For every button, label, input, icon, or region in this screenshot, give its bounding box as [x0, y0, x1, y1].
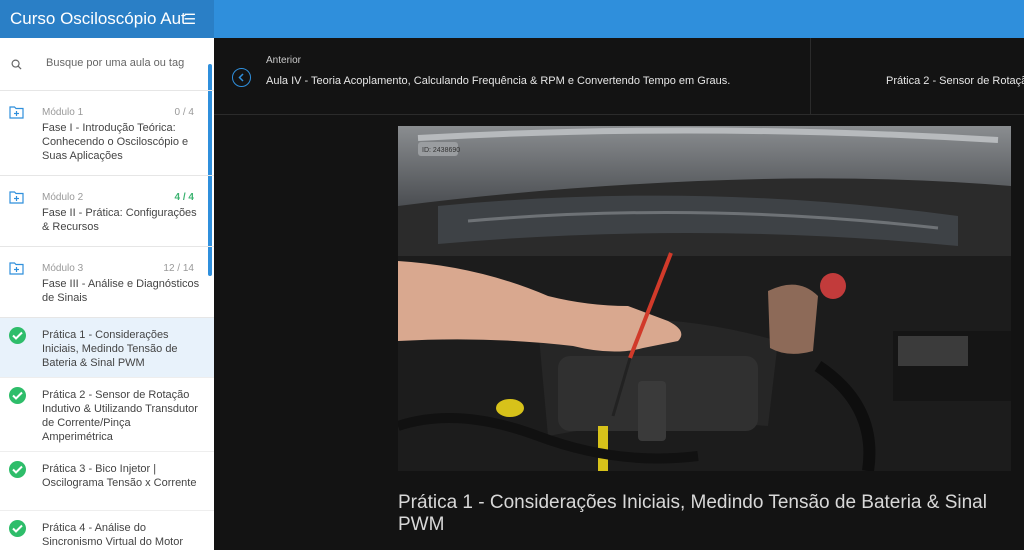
module-item[interactable]: Módulo 2 4 / 4 Fase II - Prática: Config… [0, 176, 214, 247]
next-lesson-link[interactable]: Prática 2 - Sensor de Rotação [886, 75, 1024, 87]
module-title: Fase III - Análise e Diagnósticos de Sin… [42, 278, 200, 304]
nav-divider [810, 38, 811, 115]
video-watermark: ID: 2438690 [422, 147, 460, 154]
module-progress: 4 / 4 [174, 192, 194, 203]
lesson-heading: Prática 1 - Considerações Iniciais, Medi… [398, 492, 987, 535]
module-progress: 0 / 4 [174, 107, 194, 118]
video-player[interactable]: ID: 2438690 [398, 126, 1011, 471]
lesson-item-pratica-3[interactable]: Prática 3 - Bico Injetor | Oscilograma T… [0, 452, 214, 511]
sidebar: Módulo 1 0 / 4 Fase I - Introdução Teóri… [0, 38, 214, 550]
module-item[interactable]: Módulo 3 12 / 14 Fase III - Análise e Di… [0, 247, 214, 318]
check-circle-icon [9, 387, 26, 404]
module-title: Fase I - Introdução Teórica: Conhecendo … [42, 122, 189, 162]
lesson-navigation: Anterior Aula IV - Teoria Acoplamento, C… [214, 38, 1024, 115]
previous-label: Anterior [266, 55, 302, 66]
chevron-left-icon [238, 73, 244, 82]
course-title: Curso Osciloscópio Aut [10, 9, 186, 28]
lesson-title: Prática 2 - Sensor de Rotação Indutivo &… [42, 389, 198, 443]
lesson-item-pratica-4[interactable]: Prática 4 - Análise do Sincronismo Virtu… [0, 511, 214, 550]
lesson-item-pratica-1[interactable]: Prática 1 - Considerações Iniciais, Medi… [0, 318, 214, 378]
folder-plus-icon [9, 106, 24, 119]
folder-plus-icon [9, 262, 24, 275]
search-bar [0, 38, 214, 91]
module-item[interactable]: Módulo 1 0 / 4 Fase I - Introdução Teóri… [0, 91, 214, 176]
course-title-bar: Curso Osciloscópio Aut ☰ [0, 0, 214, 38]
lesson-title: Prática 4 - Análise do Sincronismo Virtu… [42, 522, 184, 548]
lesson-title: Prática 3 - Bico Injetor | Oscilograma T… [42, 463, 197, 489]
previous-lesson-button[interactable] [232, 68, 251, 87]
module-progress: 12 / 14 [163, 263, 194, 274]
check-circle-icon [9, 520, 26, 537]
search-icon [11, 59, 22, 70]
lesson-title: Prática 1 - Considerações Iniciais, Medi… [42, 329, 178, 369]
check-circle-icon [9, 327, 26, 344]
video-frame: ID: 2438690 [398, 126, 1011, 471]
search-input[interactable] [46, 57, 196, 69]
check-circle-icon [9, 461, 26, 478]
folder-plus-icon [9, 191, 24, 204]
module-title: Fase II - Prática: Configurações & Recur… [42, 207, 197, 233]
previous-lesson-link[interactable]: Aula IV - Teoria Acoplamento, Calculando… [266, 75, 730, 87]
hamburger-icon[interactable]: ☰ [183, 0, 196, 38]
lesson-item-pratica-2[interactable]: Prática 2 - Sensor de Rotação Indutivo &… [0, 378, 214, 452]
